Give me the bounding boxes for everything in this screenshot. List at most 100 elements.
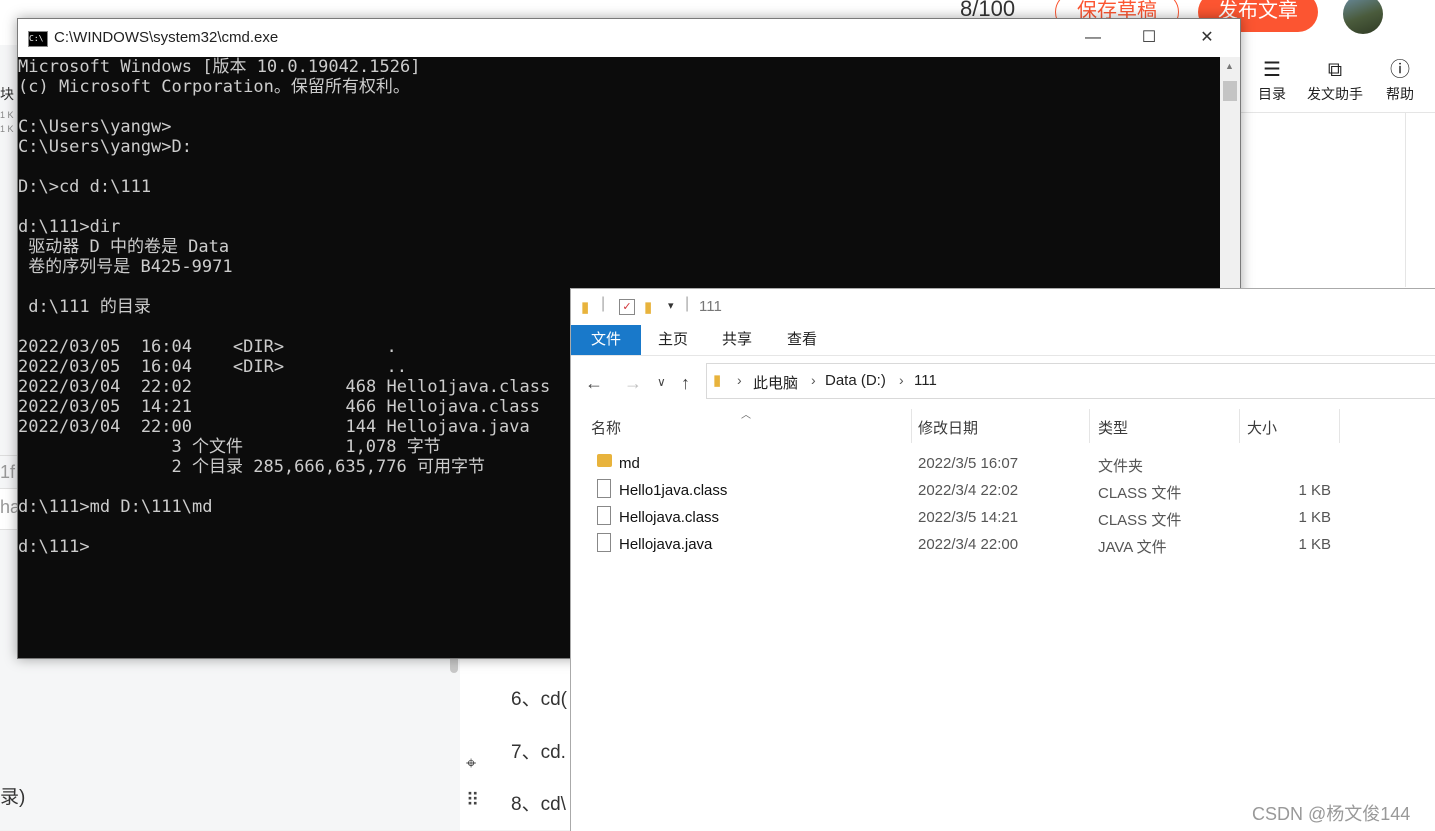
file-name: Hello1java.class (619, 482, 728, 499)
explorer-title-bar[interactable]: ▮ | ✓ ▮ ▾ | 111 (571, 289, 1435, 325)
file-type: CLASS 文件 (1098, 512, 1182, 529)
close-button[interactable]: ✕ (1184, 19, 1230, 57)
separator: | (601, 295, 606, 312)
folder-icon: ▮ (581, 299, 590, 316)
window-title: 111 (699, 298, 722, 315)
scroll-up-icon[interactable]: ▲ (1225, 61, 1234, 71)
cmd-title-bar[interactable]: C:\ C:\WINDOWS\system32\cmd.exe — ☐ ✕ (18, 19, 1240, 57)
divider (1405, 112, 1406, 287)
file-type: CLASS 文件 (1098, 485, 1182, 502)
column-divider[interactable] (1339, 409, 1340, 443)
column-size[interactable]: 大小 (1247, 417, 1277, 445)
console-line: 2022/03/04 22:02 468 Hello1java.class (18, 377, 551, 397)
file-row[interactable]: Hello1java.class 2022/3/4 22:02 CLASS 文件… (591, 477, 1351, 504)
console-line: D:\>cd d:\111 (18, 177, 152, 197)
crosshair-icon[interactable]: ⌖ (466, 753, 476, 774)
file-icon (597, 506, 611, 525)
file-date: 2022/3/4 22:02 (918, 482, 1019, 499)
file-name: md (619, 455, 640, 472)
file-explorer-window[interactable]: ▮ | ✓ ▮ ▾ | 111 文件 主页 共享 查看 ← → ∨ ↑ ▮ › … (570, 288, 1435, 831)
cmd-title: C:\WINDOWS\system32\cmd.exe (54, 29, 279, 46)
breadcrumb-this-pc[interactable]: 此电脑 (753, 372, 798, 393)
watermark: CSDN @杨文俊144 (1252, 804, 1411, 824)
console-line: 2022/03/05 16:04 <DIR> . (18, 337, 397, 357)
file-type: JAVA 文件 (1098, 539, 1167, 556)
article-line[interactable]: 7、cd. (511, 737, 566, 764)
tab-file[interactable]: 文件 (571, 325, 641, 355)
console-line: Microsoft Windows [版本 10.0.19042.1526] (18, 57, 421, 77)
file-date: 2022/3/5 16:07 (918, 455, 1019, 472)
chevron-right-icon[interactable]: › (811, 372, 816, 388)
file-type: 文件夹 (1098, 458, 1144, 475)
breadcrumb-drive[interactable]: Data (D:) (825, 372, 886, 389)
help-label: 帮助 (1386, 86, 1414, 102)
forward-arrow-icon[interactable]: → (624, 373, 642, 394)
recent-locations-chevron-icon[interactable]: ∨ (657, 375, 666, 389)
file-row[interactable]: Hellojava.java 2022/3/4 22:00 JAVA 文件 1 … (591, 531, 1351, 558)
console-line: 2022/03/05 16:04 <DIR> .. (18, 357, 407, 377)
properties-icon[interactable]: ✓ (619, 299, 635, 315)
console-line: C:\Users\yangw>D: (18, 137, 192, 157)
file-size: 1 KB (1298, 482, 1331, 499)
column-name[interactable]: 名称 (591, 417, 621, 445)
console-line: d:\111>md D:\111\md (18, 497, 213, 517)
file-date: 2022/3/5 14:21 (918, 509, 1019, 526)
file-row[interactable]: Hellojava.class 2022/3/5 14:21 CLASS 文件 … (591, 504, 1351, 531)
up-arrow-icon[interactable]: ↑ (681, 373, 690, 394)
column-divider[interactable] (1239, 409, 1240, 443)
assistant-button[interactable]: ⧉ 发文助手 (1300, 58, 1370, 104)
file-row[interactable]: md 2022/3/5 16:07 文件夹 (591, 450, 1351, 477)
address-bar[interactable]: ▮ › 此电脑 › Data (D:) › 111 (706, 363, 1435, 399)
console-line: d:\111>dir (18, 217, 121, 237)
help-icon: ⓘ (1390, 59, 1410, 81)
console-line: 卷的序列号是 B425-9971 (18, 257, 233, 277)
chevron-right-icon[interactable]: › (737, 372, 742, 388)
console-line: 2022/03/05 14:21 466 Hellojava.class (18, 397, 540, 417)
catalog-button[interactable]: ☰ 目录 (1252, 58, 1292, 104)
help-button[interactable]: ⓘ 帮助 (1380, 58, 1420, 104)
scrollbar-thumb[interactable] (1223, 81, 1237, 101)
console-line: d:\111 的目录 (18, 297, 151, 317)
console-line: C:\Users\yangw> (18, 117, 172, 137)
tab-home[interactable]: 主页 (647, 325, 699, 355)
console-line: (c) Microsoft Corporation。保留所有权利。 (18, 77, 410, 97)
back-arrow-icon[interactable]: ← (585, 373, 603, 394)
console-icon: C:\ (28, 31, 48, 47)
article-line[interactable]: 6、cd( (511, 684, 567, 711)
file-date: 2022/3/4 22:00 (918, 536, 1019, 553)
breadcrumb-folder[interactable]: 111 (914, 372, 937, 389)
chart-icon: ⧉ (1327, 59, 1343, 81)
assistant-label: 发文助手 (1307, 86, 1363, 102)
console-line: 3 个文件 1,078 字节 (18, 437, 441, 457)
file-icon (597, 479, 611, 498)
column-date[interactable]: 修改日期 (918, 417, 978, 445)
tab-share[interactable]: 共享 (711, 325, 763, 355)
console-line: 驱动器 D 中的卷是 Data (18, 237, 230, 257)
left-text-fragment: 录) (0, 787, 26, 808)
file-size: 1 KB (1298, 509, 1331, 526)
file-name: Hellojava.class (619, 509, 720, 526)
left-text-fragment: 块 (0, 86, 14, 102)
catalog-label: 目录 (1258, 86, 1286, 102)
move-icon[interactable]: ⠿ (466, 790, 479, 811)
column-type[interactable]: 类型 (1098, 417, 1128, 445)
file-size: 1 KB (1298, 536, 1331, 553)
chevron-right-icon[interactable]: › (899, 372, 904, 388)
console-line: 2 个目录 285,666,635,776 可用字节 (18, 457, 485, 477)
console-line: 2022/03/04 22:00 144 Hellojava.java (18, 417, 530, 437)
folder-icon: ▮ (713, 372, 722, 389)
customize-dropdown-icon[interactable]: ▾ (668, 299, 674, 312)
ribbon-tabs: 文件 主页 共享 查看 (571, 325, 1435, 356)
column-divider[interactable] (1089, 409, 1090, 443)
tab-view[interactable]: 查看 (776, 325, 828, 355)
article-line[interactable]: 8、cd\ (511, 789, 566, 816)
file-name: Hellojava.java (619, 536, 713, 553)
file-icon (597, 533, 611, 552)
minimize-button[interactable]: — (1070, 19, 1116, 57)
new-folder-icon[interactable]: ▮ (644, 298, 652, 316)
navigation-bar: ← → ∨ ↑ ▮ › 此电脑 › Data (D:) › 111 (571, 355, 1435, 409)
column-divider[interactable] (911, 409, 912, 443)
list-icon: ☰ (1263, 59, 1281, 81)
maximize-button[interactable]: ☐ (1126, 19, 1172, 57)
left-text-fragment: 1 K 1 K (0, 110, 14, 134)
